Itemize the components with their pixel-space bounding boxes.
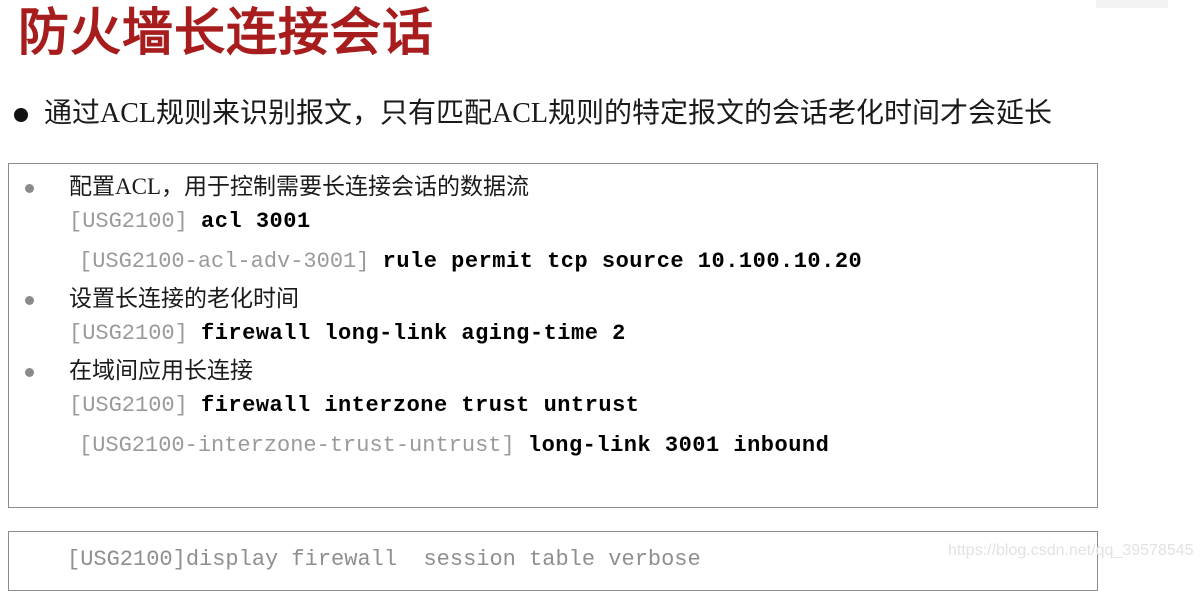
config-step: 配置ACL，用于控制需要长连接会话的数据流 [USG2100] acl 3001[… [9, 172, 1097, 282]
cli-command: firewall interzone trust untrust [201, 393, 640, 418]
configuration-panel: 配置ACL，用于控制需要长连接会话的数据流 [USG2100] acl 3001[… [8, 163, 1098, 508]
cli-command-line: [USG2100] firewall interzone trust untru… [69, 386, 1097, 426]
cli-prompt: [USG2100] [69, 321, 188, 346]
config-step-heading: 在域间应用长连接 [69, 358, 253, 383]
bullet-dot-icon [10, 104, 32, 126]
cli-command-line: [USG2100] firewall long-link aging-time … [69, 314, 1097, 354]
bullet-dot-icon [25, 368, 34, 377]
lead-bullet-row: 通过ACL规则来识别报文，只有匹配ACL规则的特定报文的会话老化时间才会延长 [10, 96, 1200, 132]
cli-command: acl 3001 [201, 209, 311, 234]
configuration-list: 配置ACL，用于控制需要长连接会话的数据流 [USG2100] acl 3001[… [9, 164, 1097, 466]
lead-bullet-text: 通过ACL规则来识别报文，只有匹配ACL规则的特定报文的会话老化时间才会延长 [44, 98, 1053, 129]
display-command-panel: [USG2100]display firewall session table … [8, 531, 1098, 591]
top-edge-strip [1096, 0, 1168, 8]
cli-prompt: [USG2100-acl-adv-3001] [79, 249, 370, 274]
cli-prompt: [USG2100] [69, 393, 188, 418]
config-step: 设置长连接的老化时间 [USG2100] firewall long-link a… [9, 284, 1097, 354]
cli-command: firewall long-link aging-time 2 [201, 321, 626, 346]
cli-command: rule permit tcp source 10.100.10.20 [382, 249, 863, 274]
config-step: 在域间应用长连接 [USG2100] firewall interzone tru… [9, 356, 1097, 466]
bullet-dot-icon [25, 296, 34, 305]
cli-command: long-link 3001 inbound [527, 433, 830, 458]
display-command-line: [USG2100]display firewall session table … [67, 547, 701, 572]
config-step-heading: 设置长连接的老化时间 [69, 286, 299, 311]
cli-prompt: [USG2100-interzone-trust-untrust] [79, 433, 515, 458]
config-step-heading: 配置ACL，用于控制需要长连接会话的数据流 [69, 174, 529, 199]
cli-command-line: [USG2100-acl-adv-3001] rule permit tcp s… [69, 242, 1097, 282]
page-title: 防火墙长连接会话 [18, 4, 435, 61]
cli-prompt: [USG2100] [69, 209, 188, 234]
cli-command-line: [USG2100] acl 3001 [69, 202, 1097, 242]
bullet-dot-icon [25, 184, 34, 193]
cli-command-line: [USG2100-interzone-trust-untrust] long-l… [69, 426, 1097, 466]
